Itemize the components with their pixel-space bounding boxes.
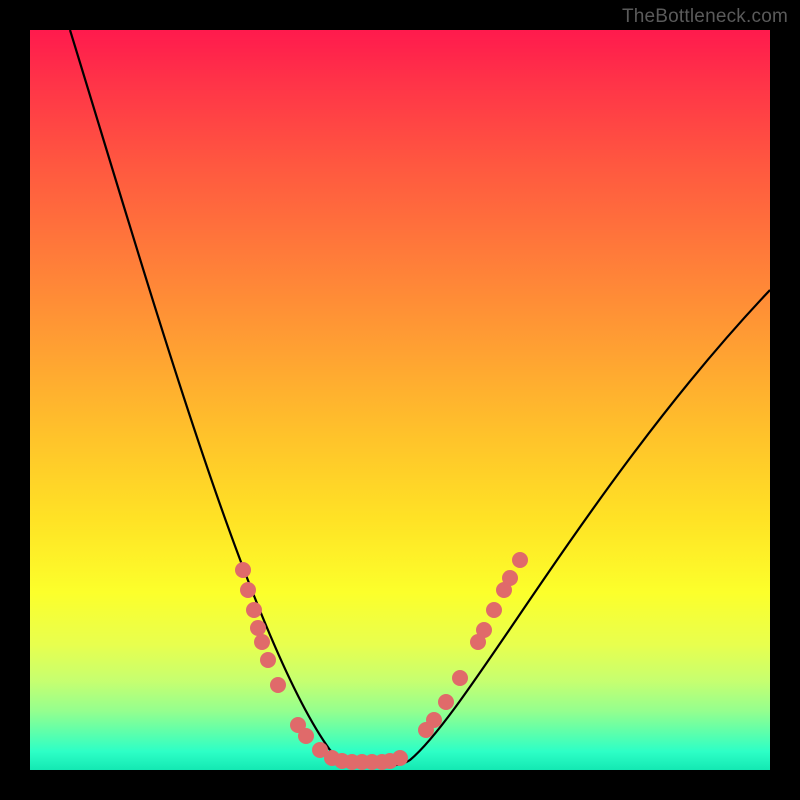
sample-point (486, 602, 502, 618)
sample-points-group (235, 552, 528, 770)
plot-area (30, 30, 770, 770)
sample-point (476, 622, 492, 638)
sample-point (426, 712, 442, 728)
sample-point (392, 750, 408, 766)
sample-point (270, 677, 286, 693)
watermark-text: TheBottleneck.com (622, 6, 788, 28)
sample-point (246, 602, 262, 618)
sample-point (240, 582, 256, 598)
sample-point (438, 694, 454, 710)
sample-point (298, 728, 314, 744)
sample-point (235, 562, 251, 578)
sample-point (250, 620, 266, 636)
sample-point (502, 570, 518, 586)
marker-layer (30, 30, 770, 770)
sample-point (452, 670, 468, 686)
sample-point (512, 552, 528, 568)
sample-point (254, 634, 270, 650)
sample-point (260, 652, 276, 668)
chart-frame: TheBottleneck.com (0, 0, 800, 800)
